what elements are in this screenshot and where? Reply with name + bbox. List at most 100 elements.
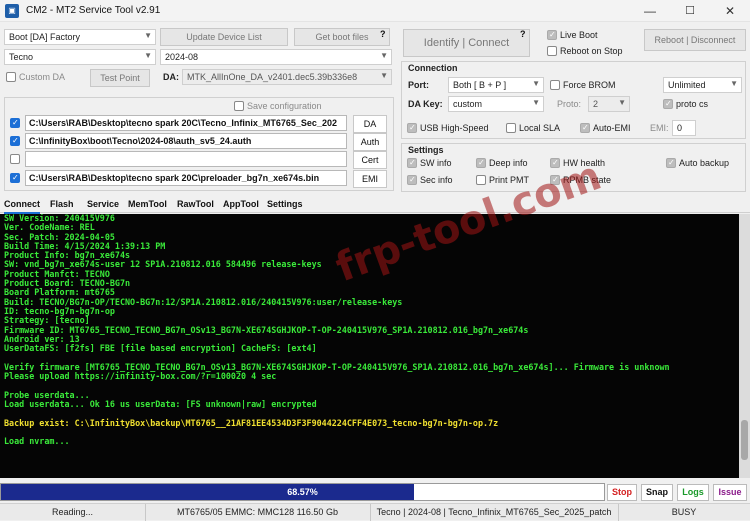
force-brom-label: Force BROM xyxy=(563,80,616,90)
close-button[interactable]: ✕ xyxy=(710,0,750,22)
status-busy: BUSY xyxy=(671,507,697,517)
identify-label: Identify xyxy=(423,37,460,49)
cert-file-path[interactable] xyxy=(25,151,347,167)
console-line: Backup exist: C:\InfinityBox\backup\MT67… xyxy=(4,417,499,428)
tab-flash[interactable]: Flash xyxy=(50,196,74,212)
stop-button[interactable]: Stop xyxy=(607,484,637,501)
auth-file-button[interactable]: Auth xyxy=(353,133,387,151)
da-file-path[interactable]: C:\Users\RAB\Desktop\tecno spark 20C\Tec… xyxy=(25,115,347,131)
auth-file-path[interactable]: C:\InfinityBox\boot\Tecno\2024-08\auth_s… xyxy=(25,133,347,149)
save-configuration-checkbox[interactable] xyxy=(234,101,244,111)
da-select[interactable]: MTK_AllInOne_DA_v2401.dec5.39b336e8 ▼ xyxy=(182,69,392,85)
dakey-select[interactable]: custom ▼ xyxy=(448,96,544,112)
auto-backup-checkbox[interactable] xyxy=(666,158,676,168)
boot-mode-select[interactable]: Boot [DA] Factory ▼ xyxy=(4,29,156,45)
date-value: 2024-08 xyxy=(165,52,199,62)
da-value: MTK_AllInOne_DA_v2401.dec5.39b336e8 xyxy=(187,72,358,82)
status-firmware: Tecno | 2024-08 | Tecno_Infinix_MT6765_S… xyxy=(370,504,619,521)
reboot-on-stop-label: Reboot on Stop xyxy=(560,46,623,56)
help-icon[interactable]: ? xyxy=(380,29,386,39)
snap-button[interactable]: Snap xyxy=(641,484,673,501)
sec-info-checkbox[interactable] xyxy=(407,175,417,185)
logs-button[interactable]: Logs xyxy=(677,484,709,501)
port-label: Port: xyxy=(408,80,429,90)
emi-file-path[interactable]: C:\Users\RAB\Desktop\tecno spark 20C\pre… xyxy=(25,170,347,186)
da-file-button[interactable]: DA xyxy=(353,115,387,133)
deep-info-label: Deep info xyxy=(489,158,528,168)
console-line: UserDataFS: [f2fs] FBE [file based encry… xyxy=(4,343,317,354)
status-bar: Reading... MT6765/05 EMMC: MMC128 116.50… xyxy=(0,503,750,521)
help-icon[interactable]: ? xyxy=(520,29,526,39)
issue-button[interactable]: Issue xyxy=(713,484,747,501)
cert-file-button[interactable]: Cert xyxy=(353,151,387,169)
progress-label: 68.57% xyxy=(287,487,318,497)
status-state: Reading... xyxy=(0,504,146,521)
connect-label: Connect xyxy=(468,37,510,49)
usb-high-speed-label: USB High-Speed xyxy=(420,123,489,133)
reboot-on-stop-checkbox[interactable] xyxy=(547,46,557,56)
console-line: Load userdata... Ok 16 us userData: [FS … xyxy=(4,398,317,409)
deep-info-checkbox[interactable] xyxy=(476,158,486,168)
chevron-down-icon: ▼ xyxy=(380,51,388,60)
auto-emi-label: Auto-EMI xyxy=(593,123,631,133)
emi-spinner[interactable]: 0 xyxy=(672,120,696,136)
tab-settings[interactable]: Settings xyxy=(267,196,303,212)
maximize-button[interactable]: ☐ xyxy=(670,0,710,22)
sw-info-label: SW info xyxy=(420,158,452,168)
proto-cs-label: proto cs xyxy=(676,99,709,109)
custom-da-label: Custom DA xyxy=(19,72,66,82)
chevron-down-icon: ▼ xyxy=(532,98,540,107)
cert-file-checkbox[interactable] xyxy=(10,154,20,164)
tab-apptool[interactable]: AppTool xyxy=(223,196,259,212)
update-device-list-button[interactable]: Update Device List xyxy=(160,28,288,46)
console-line: Load nvram... xyxy=(4,436,70,447)
brand-value: Tecno xyxy=(9,52,34,62)
status-storage: MT6765/05 EMMC: MMC128 116.50 Gb xyxy=(145,504,371,521)
console-line: ID: tecno-bg7n-bg7n-op xyxy=(4,305,115,316)
chevron-down-icon: ▼ xyxy=(618,98,626,107)
sw-info-checkbox[interactable] xyxy=(407,158,417,168)
local-sla-label: Local SLA xyxy=(519,123,561,133)
live-boot-label: Live Boot xyxy=(560,30,598,40)
auth-file-checkbox[interactable] xyxy=(10,136,20,146)
sec-info-label: Sec info xyxy=(420,175,453,185)
da-file-checkbox[interactable] xyxy=(10,118,20,128)
tab-connect[interactable]: Connect xyxy=(4,196,40,214)
proto-select[interactable]: 2 ▼ xyxy=(588,96,630,112)
tab-memtool[interactable]: MemTool xyxy=(128,196,167,212)
usb-high-speed-checkbox[interactable] xyxy=(407,123,417,133)
local-sla-checkbox[interactable] xyxy=(506,123,516,133)
minimize-button[interactable]: — xyxy=(630,0,670,22)
auto-backup-label: Auto backup xyxy=(679,158,730,168)
emi-value: 0 xyxy=(677,123,683,133)
tab-service[interactable]: Service xyxy=(87,196,119,212)
print-pmt-checkbox[interactable] xyxy=(476,175,486,185)
scrollbar-thumb[interactable] xyxy=(741,420,748,460)
live-boot-checkbox[interactable] xyxy=(547,30,557,40)
proto-cs-checkbox[interactable] xyxy=(663,99,673,109)
proto-value: 2 xyxy=(593,99,599,109)
speed-value: Unlimited xyxy=(668,80,706,90)
emi-file-checkbox[interactable] xyxy=(10,173,20,183)
emi-file-button[interactable]: EMI xyxy=(353,170,387,188)
get-boot-files-button[interactable]: Get boot files xyxy=(294,28,390,46)
reboot-disconnect-button[interactable]: Reboot | Disconnect xyxy=(644,29,746,51)
force-brom-checkbox[interactable] xyxy=(550,80,560,90)
console-line: Firmware ID: MT6765_TECNO_TECNO_BG7n_OSv… xyxy=(4,324,529,335)
test-point-button[interactable]: Test Point xyxy=(90,69,150,87)
brand-select[interactable]: Tecno ▼ xyxy=(4,49,156,65)
speed-select[interactable]: Unlimited ▼ xyxy=(663,77,742,93)
settings-title: Settings xyxy=(408,145,444,155)
tab-rawtool[interactable]: RawTool xyxy=(177,196,214,212)
custom-da-checkbox[interactable] xyxy=(6,72,16,82)
chevron-down-icon: ▼ xyxy=(730,79,738,88)
port-value: Both [ B + P ] xyxy=(453,80,507,90)
date-select[interactable]: 2024-08 ▼ xyxy=(160,49,392,65)
port-select[interactable]: Both [ B + P ] ▼ xyxy=(448,77,544,93)
dakey-value: custom xyxy=(453,99,483,109)
console-line: Please upload https://infinity-box.com/?… xyxy=(4,371,277,382)
identify-connect-button[interactable]: Identify | Connect xyxy=(403,29,530,57)
auto-emi-checkbox[interactable] xyxy=(580,123,590,133)
progress-bar: 68.57% xyxy=(0,483,605,501)
